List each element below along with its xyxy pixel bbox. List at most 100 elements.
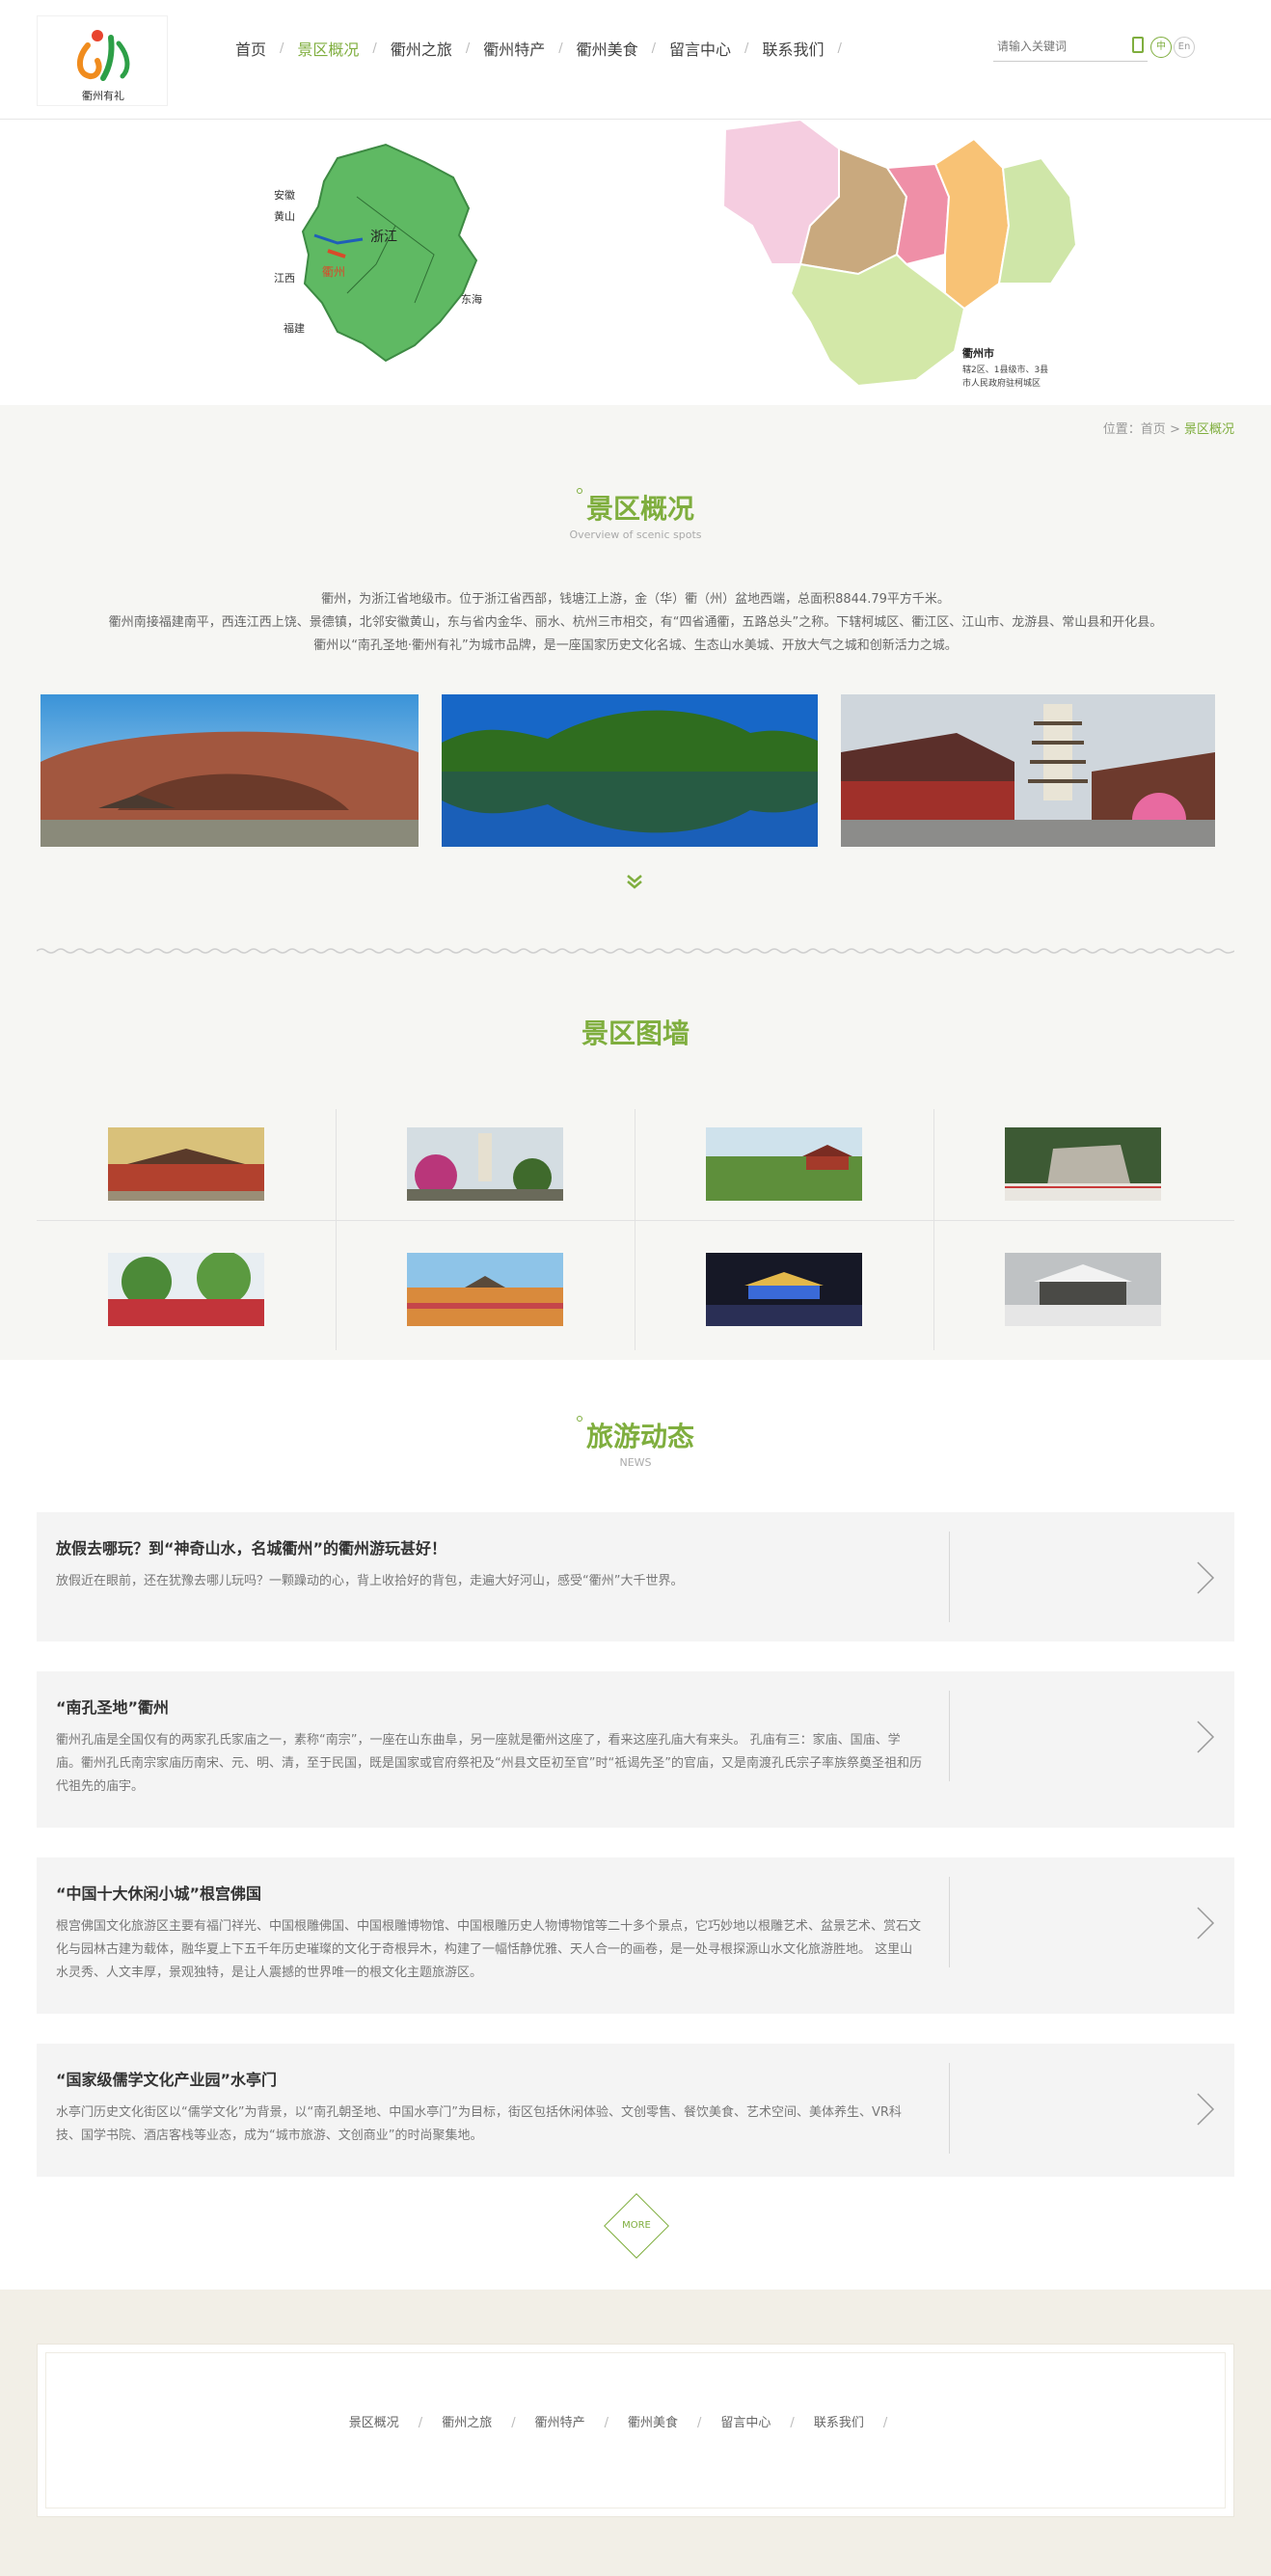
search-input[interactable]	[993, 33, 1119, 60]
banner: 安徽 黄山 浙江 衢州 江西 福建 东海 衢州市 辖2区、1县级市、3县 市人民…	[0, 120, 1271, 405]
nav-separator: /	[837, 41, 842, 56]
news-item-title: 放假去哪玩？到“神奇山水，名城衢州”的衢州游玩甚好！	[56, 1539, 447, 1558]
gallery-item[interactable]	[635, 1227, 933, 1352]
gallery-thumb-temple-ginkgo	[108, 1127, 264, 1201]
footer-link-food[interactable]: 衢州美食	[628, 2416, 678, 2430]
intro-paragraph: 衢州南接福建南平，西连江西上饶、景德镇，北邻安徽黄山，东与省内金华、丽水、杭州三…	[108, 615, 1163, 630]
gallery-grid	[37, 1109, 1234, 1350]
news-divider	[949, 2063, 950, 2154]
gallery-thumb-night-lights	[706, 1253, 862, 1326]
gallery-thumb-snow-temple	[1005, 1253, 1161, 1326]
news-item[interactable]: “中国十大休闲小城”根宫佛国 根宫佛国文化旅游区主要有福门祥光、中国根雕佛国、中…	[37, 1857, 1234, 2014]
gallery-item[interactable]	[37, 1101, 336, 1227]
site-header: 衢州有礼 首页 / 景区概况 / 衢州之旅 / 衢州特产 / 衢州美食 / 留言…	[0, 0, 1271, 120]
title-dot-icon	[576, 1416, 582, 1422]
logo-text: 衢州有礼	[82, 90, 124, 102]
news-divider	[949, 1532, 950, 1622]
footer-separator: /	[697, 2416, 702, 2430]
overview-section: 位置：首页 > 景区概况 景区概况 Overview of scenic spo…	[0, 405, 1271, 964]
nav-item-overview[interactable]: 景区概况	[284, 37, 372, 60]
nav-item-messages[interactable]: 留言中心	[656, 37, 744, 60]
page: 衢州有礼 首页 / 景区概况 / 衢州之旅 / 衢州特产 / 衢州美食 / 留言…	[0, 0, 1271, 2576]
news-divider	[949, 1877, 950, 1967]
map-caption-city: 衢州市	[962, 346, 994, 360]
map-label-jiangxi: 江西	[274, 272, 295, 285]
news-title: 旅游动态	[585, 1421, 694, 1452]
footer-separator: /	[604, 2416, 608, 2430]
map-caption-line1: 辖2区、1县级市、3县	[962, 364, 1048, 375]
gallery-thumb-pagoda-flowers	[407, 1127, 563, 1201]
breadcrumb-separator: >	[1169, 422, 1180, 437]
more-button-label: MORE	[622, 2220, 651, 2231]
footer-link-overview[interactable]: 景区概况	[349, 2416, 399, 2430]
gallery-title: 景区图墙	[581, 1017, 690, 1049]
gallery-item[interactable]	[635, 1101, 933, 1227]
nav-item-travel[interactable]: 衢州之旅	[377, 37, 466, 60]
wavy-divider	[37, 948, 1234, 954]
quzhou-map: 衢州市 辖2区、1县级市、3县 市人民政府驻柯城区	[721, 120, 1078, 389]
map-label-huangshan: 黄山	[274, 209, 295, 223]
footer-link-travel[interactable]: 衢州之旅	[442, 2416, 492, 2430]
site-footer: 景区概况 / 衢州之旅 / 衢州特产 / 衢州美食 / 留言中心 / 联系我们 /	[0, 2290, 1271, 2576]
gallery-item[interactable]	[37, 1227, 336, 1352]
main-nav: 首页 / 景区概况 / 衢州之旅 / 衢州特产 / 衢州美食 / 留言中心 / …	[222, 29, 842, 68]
map-caption-line2: 市人民政府驻柯城区	[962, 377, 1041, 389]
news-divider	[949, 1691, 950, 1781]
nav-item-home[interactable]: 首页	[222, 37, 280, 60]
news-subtitle: NEWS	[619, 1456, 652, 1469]
footer-link-specialty[interactable]: 衢州特产	[535, 2416, 585, 2430]
footer-link-contact[interactable]: 联系我们	[814, 2416, 864, 2430]
overview-subtitle: Overview of scenic spots	[569, 529, 702, 541]
map-label-donghai: 东海	[461, 292, 482, 306]
site-logo[interactable]: 衢州有礼	[37, 15, 168, 106]
breadcrumb-prefix: 位置：	[1102, 422, 1141, 437]
logo-mark-icon	[77, 30, 130, 81]
overview-title: 景区概况	[585, 493, 694, 525]
breadcrumb: 位置：首页 > 景区概况	[1103, 419, 1234, 437]
gallery-thumb-field-pavilion	[407, 1253, 563, 1326]
nav-item-contact[interactable]: 联系我们	[748, 37, 837, 60]
news-item[interactable]: “南孔圣地”衢州 衢州孔庙是全国仅有的两家孔氏家庙之一，素称“南宗”，一座在山东…	[37, 1671, 1234, 1828]
chevron-right-icon[interactable]	[1194, 1906, 1217, 1940]
nav-item-food[interactable]: 衢州美食	[563, 37, 652, 60]
news-item-desc: 水亭门历史文化街区以“儒学文化”为背景，以“南孔朝圣地、中国水亭门”为目标，街区…	[56, 2105, 902, 2143]
scenic-photo-pagoda-temple	[841, 694, 1215, 847]
nav-item-specialty[interactable]: 衢州特产	[470, 37, 558, 60]
news-item[interactable]: 放假去哪玩？到“神奇山水，名城衢州”的衢州游玩甚好！ 放假近在眼前，还在犹豫去哪…	[37, 1512, 1234, 1641]
map-label-fujian: 福建	[284, 321, 305, 335]
news-item-title: “中国十大休闲小城”根宫佛国	[56, 1885, 262, 1903]
gallery-item[interactable]	[933, 1101, 1232, 1227]
gallery-thumb-flower-garden	[108, 1253, 264, 1326]
footer-link-messages[interactable]: 留言中心	[720, 2416, 771, 2430]
chevron-right-icon[interactable]	[1194, 2092, 1217, 2127]
news-item[interactable]: “国家级儒学文化产业园”水亭门 水亭门历史文化街区以“儒学文化”为背景，以“南孔…	[37, 2044, 1234, 2177]
chevron-down-icon[interactable]	[625, 872, 644, 891]
overview-title-wrap: 景区概况	[0, 488, 1271, 527]
footer-separator: /	[511, 2416, 516, 2430]
footer-separator: /	[882, 2416, 888, 2430]
chevron-right-icon[interactable]	[1194, 1560, 1217, 1595]
footer-box: 景区概况 / 衢州之旅 / 衢州特产 / 衢州美食 / 留言中心 / 联系我们 /	[37, 2344, 1234, 2517]
footer-separator: /	[790, 2416, 795, 2430]
breadcrumb-home[interactable]: 首页	[1141, 422, 1166, 437]
intro-paragraph: 衢州以“南孔圣地·衢州有礼”为城市品牌，是一座国家历史文化名城、生态山水美城、开…	[313, 638, 958, 653]
gallery-section: 景区图墙	[0, 964, 1271, 1360]
footer-separator: /	[418, 2416, 423, 2430]
gallery-item[interactable]	[336, 1227, 635, 1352]
news-item-desc: 根宫佛国文化旅游区主要有福门祥光、中国根雕佛国、中国根雕博物馆、中国根雕历史人物…	[56, 1919, 922, 1980]
title-dot-icon	[576, 488, 582, 494]
scenic-photo-rock-arch	[41, 694, 419, 847]
intro-paragraph: 衢州，为浙江省地级市。位于浙江省西部，钱塘江上游，金（华）衢（州）盆地西端，总面…	[321, 592, 950, 607]
news-title-wrap: 旅游动态	[0, 1416, 1271, 1454]
breadcrumb-current: 景区概况	[1183, 422, 1234, 437]
gallery-item[interactable]	[336, 1101, 635, 1227]
footer-nav: 景区概况 / 衢州之旅 / 衢州特产 / 衢州美食 / 留言中心 / 联系我们 /	[38, 2412, 1218, 2430]
lang-en-button[interactable]: En	[1174, 37, 1195, 58]
lang-zh-button[interactable]: 中	[1150, 37, 1172, 58]
news-item-title: “南孔圣地”衢州	[56, 1698, 170, 1717]
chevron-right-icon[interactable]	[1194, 1720, 1217, 1754]
search-icon[interactable]	[1132, 37, 1144, 53]
gallery-item[interactable]	[933, 1227, 1232, 1352]
footer-inner-border	[45, 2352, 1226, 2508]
search-box	[993, 33, 1148, 62]
